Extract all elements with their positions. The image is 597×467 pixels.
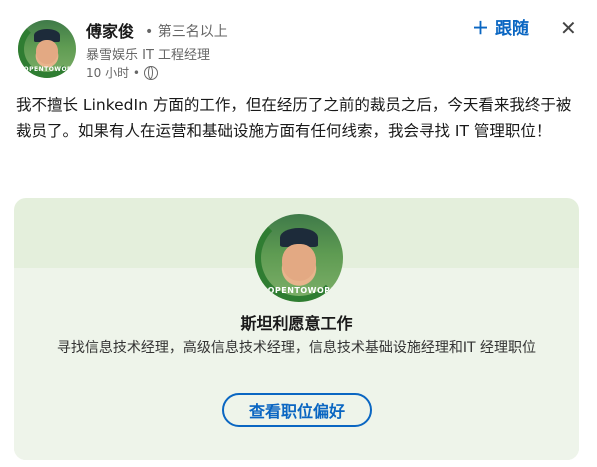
follow-button[interactable]: ＋ 跟随 bbox=[472, 14, 529, 39]
author-name[interactable]: 傅家俊 bbox=[86, 18, 134, 42]
card-description: 寻找信息技术经理，高级信息技术经理，信息技术基础设施经理和IT 经理职位 bbox=[56, 340, 537, 356]
follow-label: 跟随 bbox=[495, 19, 529, 39]
card-avatar[interactable]: #OPENTOWORK bbox=[255, 214, 343, 302]
card-title: 斯坦利愿意工作 bbox=[240, 314, 353, 333]
close-icon[interactable]: ✕ bbox=[560, 16, 577, 40]
author-avatar[interactable]: #OPENTOWORK bbox=[18, 20, 76, 78]
post-time: 10 小时 • bbox=[86, 66, 140, 80]
open-to-work-badge: #OPENTOWORK bbox=[18, 66, 76, 74]
post-text: 我不擅长 LinkedIn 方面的工作，但在经历了之前的裁员之后，今天看来我终于… bbox=[16, 96, 572, 140]
author-headline: 暴雪娱乐 IT 工程经理 bbox=[86, 48, 211, 63]
view-preferences-button[interactable]: 查看职位偏好 bbox=[222, 393, 372, 427]
globe-icon bbox=[143, 65, 158, 80]
open-to-work-badge: #OPENTOWORK bbox=[260, 285, 338, 295]
connection-degree: • 第三名以上 bbox=[145, 24, 228, 40]
plus-icon: ＋ bbox=[472, 19, 489, 39]
post-meta: 10 小时 • bbox=[86, 64, 158, 81]
